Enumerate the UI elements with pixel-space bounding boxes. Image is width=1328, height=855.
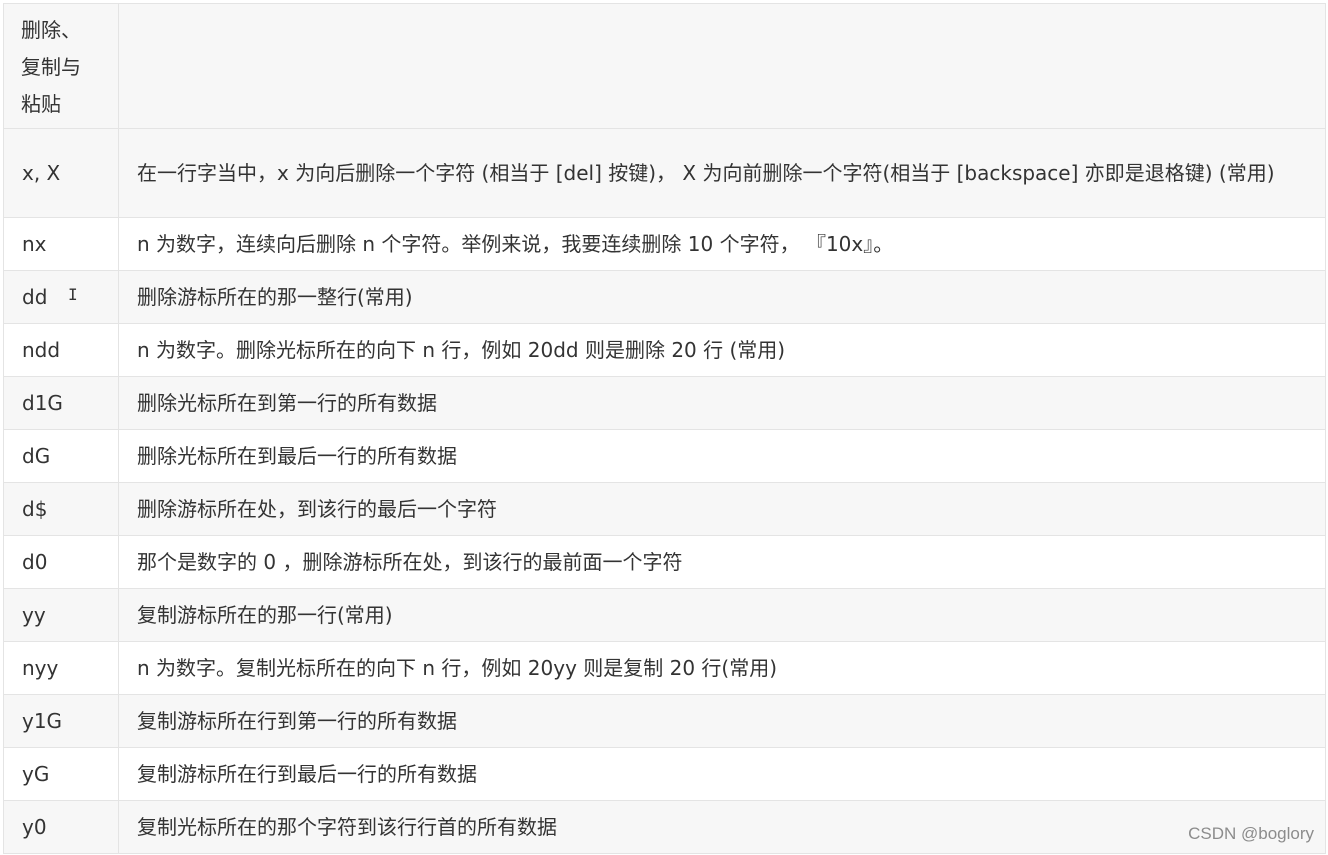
command-cell: x, X bbox=[3, 128, 119, 218]
description-cell: 那个是数字的 0 ，删除游标所在处，到该行的最前面一个字符 bbox=[118, 535, 1326, 589]
table-row: y1G 复制游标所在行到第一行的所有数据 bbox=[3, 694, 1326, 748]
command-cell: d1G bbox=[3, 376, 119, 430]
command-cell: nx bbox=[3, 217, 119, 271]
table-row: d0 那个是数字的 0 ，删除游标所在处，到该行的最前面一个字符 bbox=[3, 535, 1326, 589]
table-row: dG 删除光标所在到最后一行的所有数据 bbox=[3, 429, 1326, 483]
description-cell: 删除光标所在到最后一行的所有数据 bbox=[118, 429, 1326, 483]
command-cell: yy bbox=[3, 588, 119, 642]
command-cell: d$ bbox=[3, 482, 119, 536]
vim-command-table: 删除、 复制与 粘贴 x, X 在一行字当中，x 为向后删除一个字符 (相当于 … bbox=[3, 3, 1326, 854]
description-cell: n 为数字。复制光标所在的向下 n 行，例如 20yy 则是复制 20 行(常用… bbox=[118, 641, 1326, 695]
command-cell: dd bbox=[3, 270, 119, 324]
table-row: yy 复制游标所在的那一行(常用) bbox=[3, 588, 1326, 642]
description-cell: 复制游标所在的那一行(常用) bbox=[118, 588, 1326, 642]
command-cell: dG bbox=[3, 429, 119, 483]
category-header-line-1: 删除、 bbox=[21, 17, 81, 42]
description-cell: 删除游标所在的那一整行(常用) bbox=[118, 270, 1326, 324]
command-cell: y0 bbox=[3, 800, 119, 854]
table-row: nx n 为数字，连续向后删除 n 个字符。举例来说，我要连续删除 10 个字符… bbox=[3, 217, 1326, 271]
text-cursor-icon: I bbox=[68, 285, 78, 304]
category-header: 删除、 复制与 粘贴 bbox=[3, 3, 119, 129]
command-cell: d0 bbox=[3, 535, 119, 589]
description-cell: 在一行字当中，x 为向后删除一个字符 (相当于 [del] 按键)， X 为向前… bbox=[118, 128, 1326, 218]
table-row: y0 复制光标所在的那个字符到该行行首的所有数据 bbox=[3, 800, 1326, 854]
description-cell: 删除光标所在到第一行的所有数据 bbox=[118, 376, 1326, 430]
category-header-line-2: 复制与 bbox=[21, 54, 81, 79]
description-cell: 复制游标所在行到第一行的所有数据 bbox=[118, 694, 1326, 748]
table-row: x, X 在一行字当中，x 为向后删除一个字符 (相当于 [del] 按键)， … bbox=[3, 128, 1326, 218]
command-cell: y1G bbox=[3, 694, 119, 748]
description-cell: 复制光标所在的那个字符到该行行首的所有数据 bbox=[118, 800, 1326, 854]
category-header-line-3: 粘贴 bbox=[21, 91, 61, 116]
table-row: nyy n 为数字。复制光标所在的向下 n 行，例如 20yy 则是复制 20 … bbox=[3, 641, 1326, 695]
table-row: dd 删除游标所在的那一整行(常用) bbox=[3, 270, 1326, 324]
description-cell: 复制游标所在行到最后一行的所有数据 bbox=[118, 747, 1326, 801]
description-header bbox=[118, 3, 1326, 129]
table-row: d$ 删除游标所在处，到该行的最后一个字符 bbox=[3, 482, 1326, 536]
table-row: ndd n 为数字。删除光标所在的向下 n 行，例如 20dd 则是删除 20 … bbox=[3, 323, 1326, 377]
table-row: yG 复制游标所在行到最后一行的所有数据 bbox=[3, 747, 1326, 801]
page: 删除、 复制与 粘贴 x, X 在一行字当中，x 为向后删除一个字符 (相当于 … bbox=[0, 0, 1328, 855]
command-cell: ndd bbox=[3, 323, 119, 377]
description-cell: n 为数字，连续向后删除 n 个字符。举例来说，我要连续删除 10 个字符， 『… bbox=[118, 217, 1326, 271]
table-header-row: 删除、 复制与 粘贴 bbox=[3, 3, 1326, 129]
watermark: CSDN @boglory bbox=[1188, 824, 1314, 843]
description-cell: 删除游标所在处，到该行的最后一个字符 bbox=[118, 482, 1326, 536]
command-cell: yG bbox=[3, 747, 119, 801]
description-cell: n 为数字。删除光标所在的向下 n 行，例如 20dd 则是删除 20 行 (常… bbox=[118, 323, 1326, 377]
table-row: d1G 删除光标所在到第一行的所有数据 bbox=[3, 376, 1326, 430]
command-cell: nyy bbox=[3, 641, 119, 695]
